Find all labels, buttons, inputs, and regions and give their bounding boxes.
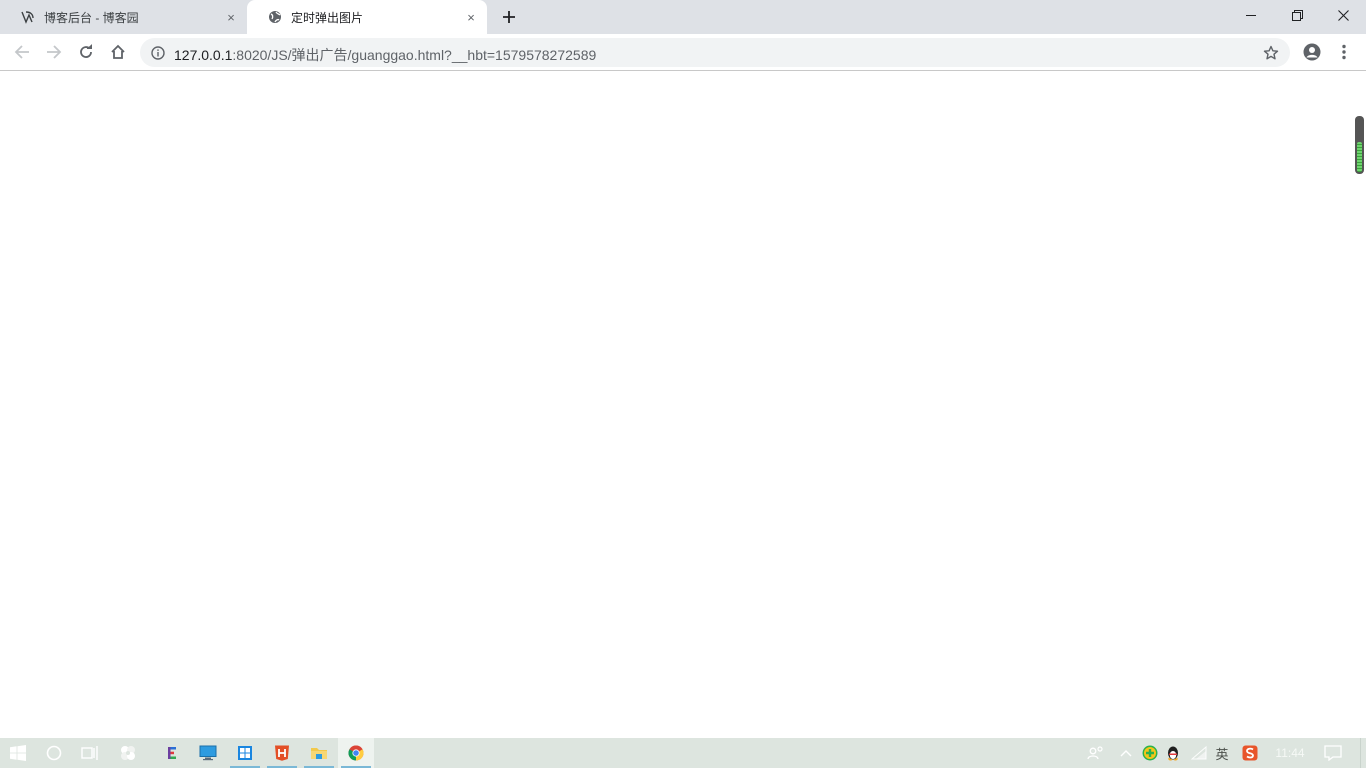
bookmark-star-icon[interactable]	[1262, 44, 1280, 62]
scroll-level-fill	[1357, 142, 1362, 172]
profile-button[interactable]	[1299, 39, 1325, 65]
tab-cnblogs[interactable]: 博客后台 - 博客园 ×	[0, 0, 247, 34]
close-window-button[interactable]	[1320, 0, 1366, 30]
windows-start-icon	[10, 745, 26, 761]
plus-icon	[503, 11, 515, 23]
sogou-s-icon	[1242, 745, 1258, 761]
action-center-icon	[1324, 745, 1342, 761]
url-path: :8020/JS/弹出广告/guanggao.html?__hbt=157957…	[232, 47, 597, 63]
taskbar-app-chrome[interactable]	[338, 738, 374, 768]
file-explorer-icon	[311, 748, 327, 759]
pinwheel-app-icon	[121, 746, 135, 760]
tray-sogou[interactable]	[1240, 738, 1260, 768]
menu-kebab-icon	[1342, 44, 1346, 60]
site-info-icon[interactable]	[150, 45, 166, 61]
taskbar-clock[interactable]: 11:44	[1268, 738, 1312, 768]
url-text[interactable]: 127.0.0.1:8020/JS/弹出广告/guanggao.html?__h…	[174, 45, 596, 65]
restore-icon	[1291, 9, 1303, 21]
cortana-button[interactable]	[36, 738, 72, 768]
minimize-button[interactable]	[1228, 0, 1274, 30]
show-desktop-button[interactable]	[1360, 738, 1366, 768]
task-view-icon	[81, 746, 98, 760]
cnblogs-icon	[20, 9, 36, 25]
hbuilder-e-icon	[168, 747, 176, 759]
network-button[interactable]	[1188, 738, 1210, 768]
network-icon	[1191, 746, 1207, 760]
input-method-button[interactable]: 英	[1210, 738, 1234, 768]
minimize-icon	[1246, 15, 1256, 16]
profile-icon	[1303, 43, 1321, 61]
qq-green-icon	[1142, 745, 1158, 761]
tab-close-button[interactable]: ×	[463, 9, 479, 25]
globe-icon	[267, 9, 283, 25]
html5-editor-icon	[275, 745, 289, 761]
browser-toolbar: 127.0.0.1:8020/JS/弹出广告/guanggao.html?__h…	[0, 34, 1366, 71]
back-button[interactable]	[9, 39, 35, 65]
new-tab-button[interactable]	[499, 7, 519, 27]
taskbar-app-file-explorer[interactable]	[301, 738, 337, 768]
url-host: 127.0.0.1	[174, 47, 233, 63]
reload-icon	[80, 44, 92, 58]
tray-qq[interactable]	[1163, 738, 1183, 768]
windows-taskbar: 英 11:44	[0, 738, 1366, 768]
taskbar-app-this-pc[interactable]	[190, 738, 226, 768]
chevron-up-icon	[1120, 750, 1132, 757]
store-icon	[238, 746, 252, 760]
scroll-level-indicator	[1355, 116, 1364, 174]
back-arrow-icon	[14, 45, 29, 59]
people-icon	[1087, 746, 1103, 760]
task-view-button[interactable]	[72, 738, 108, 768]
taskbar-app-html5-editor[interactable]	[264, 738, 300, 768]
tab-popup-image[interactable]: 定时弹出图片 ×	[247, 0, 487, 34]
page-content	[0, 71, 1366, 738]
reload-button[interactable]	[73, 39, 99, 65]
chrome-icon	[348, 745, 364, 761]
tab-title: 定时弹出图片	[291, 10, 364, 25]
forward-button[interactable]	[41, 39, 67, 65]
taskbar-app-hbuilder[interactable]	[154, 738, 190, 768]
forward-arrow-icon	[47, 45, 62, 59]
input-method-icon: 英	[1215, 747, 1229, 763]
tab-strip: 博客后台 - 博客园 × 定时弹出图片 ×	[0, 0, 1366, 34]
show-hidden-icons-button[interactable]	[1116, 738, 1136, 768]
restore-button[interactable]	[1274, 0, 1320, 30]
home-icon	[111, 44, 125, 59]
taskbar-app-pinwheel[interactable]	[110, 738, 146, 768]
cortana-circle-icon	[46, 745, 62, 761]
tab-title: 博客后台 - 博客园	[44, 10, 139, 25]
people-button[interactable]	[1084, 738, 1108, 768]
close-icon	[1337, 9, 1349, 21]
start-button[interactable]	[0, 738, 36, 768]
browser-menu-button[interactable]	[1331, 39, 1357, 65]
this-pc-icon	[199, 745, 217, 761]
address-bar[interactable]: 127.0.0.1:8020/JS/弹出广告/guanggao.html?__h…	[140, 38, 1290, 67]
qq-penguin-icon	[1168, 746, 1178, 761]
tray-qq-green[interactable]	[1140, 738, 1160, 768]
tab-close-button[interactable]: ×	[223, 9, 239, 25]
taskbar-app-store[interactable]	[227, 738, 263, 768]
home-button[interactable]	[105, 39, 131, 65]
action-center-button[interactable]	[1320, 738, 1346, 768]
